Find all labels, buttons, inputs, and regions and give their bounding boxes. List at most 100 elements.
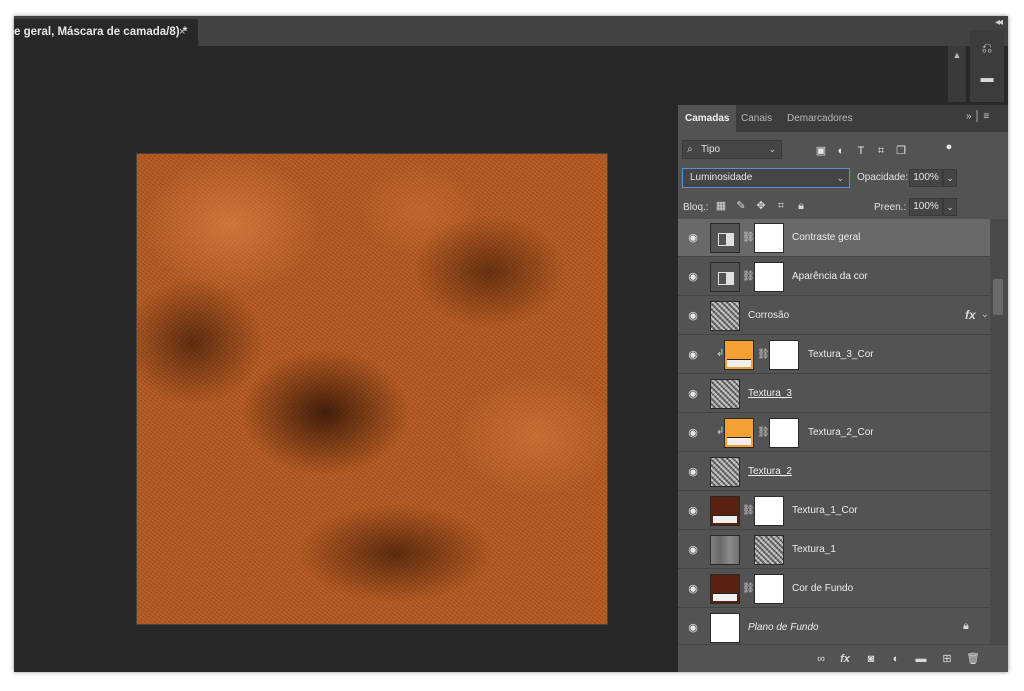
- layer-name: Textura_3_Cor: [808, 349, 874, 360]
- lock-pixels-icon[interactable]: ✎: [734, 199, 748, 213]
- lock-position-icon[interactable]: ✥: [754, 199, 768, 213]
- smart-object-filter-icon[interactable]: ❐: [894, 144, 908, 158]
- opacity-input[interactable]: 100%: [909, 169, 943, 187]
- lock-label: Bloq.:: [683, 202, 709, 213]
- eye-icon[interactable]: ◉: [686, 310, 700, 322]
- eye-icon[interactable]: ◉: [686, 427, 700, 439]
- tab-canais[interactable]: Canais: [734, 105, 779, 132]
- layer-row[interactable]: ◉ Textura_3: [678, 375, 990, 413]
- layer-row[interactable]: ◉ Textura_2: [678, 453, 990, 491]
- scrollbar-thumb[interactable]: [993, 279, 1003, 315]
- mask-thumbnail[interactable]: [769, 340, 799, 370]
- chain-link-icon[interactable]: ⛓: [742, 582, 755, 596]
- photoshop-window: e geral, Máscara de camada/8) * × ◂◂ ▲ ⎌…: [14, 16, 1008, 672]
- layers-footer: ∞ fx ◙ ◐ ▬ ⊞ 🗑︎: [678, 644, 1008, 672]
- mask-thumbnail[interactable]: [754, 496, 784, 526]
- tab-demarcadores[interactable]: Demarcadores: [780, 105, 860, 132]
- layers-panel: Camadas Canais Demarcadores » │ ≡ ⌕ Tipo…: [678, 105, 1008, 672]
- chain-link-icon[interactable]: ⛓: [757, 426, 770, 440]
- fx-icon[interactable]: fx: [965, 308, 976, 322]
- document-tab-bar: e geral, Máscara de camada/8) * × ◂◂: [14, 16, 1008, 46]
- eye-icon[interactable]: ◉: [686, 271, 700, 283]
- comment-icon[interactable]: ▬: [977, 68, 997, 88]
- eye-icon[interactable]: ◉: [686, 544, 700, 556]
- layer-thumbnail: [710, 535, 740, 565]
- eye-icon[interactable]: ◉: [686, 388, 700, 400]
- mask-thumbnail[interactable]: [754, 223, 784, 253]
- image-filter-icon[interactable]: ▣: [814, 144, 828, 158]
- layer-row[interactable]: ◉ ↲ ⛓ Textura_3_Cor: [678, 336, 990, 374]
- layer-row[interactable]: ◉ ⛓ Aparência da cor: [678, 258, 990, 296]
- chain-link-icon[interactable]: ⛓: [757, 348, 770, 362]
- layer-row[interactable]: ◉ ⛓ Contraste geral: [678, 219, 990, 257]
- eye-icon[interactable]: ◉: [686, 349, 700, 361]
- filter-kind-label: Tipo: [701, 144, 721, 155]
- eye-icon[interactable]: ◉: [686, 505, 700, 517]
- chevron-down-icon: ⌄: [836, 173, 844, 183]
- adjustment-layer-icon[interactable]: ◐: [889, 652, 903, 666]
- layers-scrollbar[interactable]: [990, 219, 1008, 644]
- layer-row[interactable]: ◉ Corrosão fx ⌄: [678, 297, 990, 335]
- layer-row[interactable]: ◉ ↲ ⛓ Textura_2_Cor: [678, 414, 990, 452]
- scroll-up-icon[interactable]: ▲: [948, 50, 966, 60]
- mask-thumbnail[interactable]: [754, 535, 784, 565]
- layer-name: Corrosão: [748, 310, 790, 321]
- color-fill-thumbnail: [710, 496, 740, 526]
- layer-row[interactable]: ◉ Textura_1: [678, 531, 990, 569]
- eye-icon[interactable]: ◉: [686, 466, 700, 478]
- adjustment-filter-icon[interactable]: ◐: [834, 144, 848, 158]
- layer-name: Contraste geral: [792, 232, 861, 243]
- lock-artboard-icon[interactable]: ⌗: [774, 199, 788, 213]
- tab-camadas[interactable]: Camadas: [678, 105, 737, 132]
- layer-name: Textura_2: [748, 466, 792, 477]
- layer-row[interactable]: ◉ Plano de Fundo 🔒︎: [678, 609, 990, 647]
- collapse-panels-icon[interactable]: ◂◂: [990, 16, 1006, 30]
- close-icon[interactable]: ×: [179, 19, 185, 46]
- panel-menu-icon[interactable]: » │ ≡: [966, 111, 1006, 125]
- mask-thumbnail[interactable]: [754, 262, 784, 292]
- chevron-down-icon[interactable]: ⌄: [981, 309, 989, 320]
- fx-icon[interactable]: fx: [838, 652, 852, 666]
- add-mask-icon[interactable]: ◙: [864, 652, 878, 666]
- filter-toggle-icon[interactable]: ●: [942, 140, 956, 154]
- blend-row: Luminosidade ⌄ Opacidade: 100% ⌄: [678, 166, 1008, 194]
- type-filter-icon[interactable]: T: [854, 144, 868, 158]
- fill-dropdown-icon[interactable]: ⌄: [943, 198, 957, 216]
- lock-icon[interactable]: 🔒︎: [963, 620, 969, 633]
- layer-list: ◉ ⛓ Contraste geral ◉ ⛓ Aparência da cor…: [678, 219, 990, 647]
- eye-icon[interactable]: ◉: [686, 583, 700, 595]
- layer-row[interactable]: ◉ ⛓ Cor de Fundo: [678, 570, 990, 608]
- chain-link-icon[interactable]: ⛓: [742, 270, 755, 284]
- history-icon[interactable]: ⎌: [977, 38, 997, 58]
- shape-filter-icon[interactable]: ⌗: [874, 144, 888, 158]
- lock-all-icon[interactable]: 🔒︎: [794, 199, 808, 213]
- blend-mode-value: Luminosidade: [690, 172, 753, 183]
- link-layers-icon[interactable]: ∞: [814, 652, 828, 666]
- document-canvas[interactable]: [136, 153, 608, 625]
- eye-icon[interactable]: ◉: [686, 622, 700, 634]
- document-tab[interactable]: e geral, Máscara de camada/8) * ×: [14, 19, 198, 46]
- layer-thumbnail: [710, 613, 740, 643]
- blend-mode-select[interactable]: Luminosidade ⌄: [682, 168, 850, 188]
- chain-link-icon[interactable]: ⛓: [742, 231, 755, 245]
- mask-thumbnail[interactable]: [754, 574, 784, 604]
- fill-input[interactable]: 100%: [909, 198, 943, 216]
- layer-name: Aparência da cor: [792, 271, 868, 282]
- filter-kind-select[interactable]: ⌕ Tipo ⌄: [682, 140, 782, 159]
- lock-transparency-icon[interactable]: ▦: [714, 199, 728, 213]
- document-tab-title: e geral, Máscara de camada/8) *: [14, 26, 188, 38]
- color-fill-thumbnail: [724, 340, 754, 370]
- canvas-scrollbar[interactable]: ▲: [948, 46, 966, 102]
- layer-name: Cor de Fundo: [792, 583, 854, 594]
- opacity-dropdown-icon[interactable]: ⌄: [943, 169, 957, 187]
- new-layer-icon[interactable]: ⊞: [940, 652, 954, 666]
- search-icon: ⌕: [687, 144, 693, 155]
- eye-icon[interactable]: ◉: [686, 232, 700, 244]
- trash-icon[interactable]: 🗑︎: [966, 652, 980, 666]
- chevron-down-icon: ⌄: [768, 144, 776, 154]
- group-folder-icon[interactable]: ▬: [914, 652, 928, 666]
- adjustment-thumbnail: [710, 262, 740, 292]
- layer-row[interactable]: ◉ ⛓ Textura_1_Cor: [678, 492, 990, 530]
- chain-link-icon[interactable]: ⛓: [742, 504, 755, 518]
- mask-thumbnail[interactable]: [769, 418, 799, 448]
